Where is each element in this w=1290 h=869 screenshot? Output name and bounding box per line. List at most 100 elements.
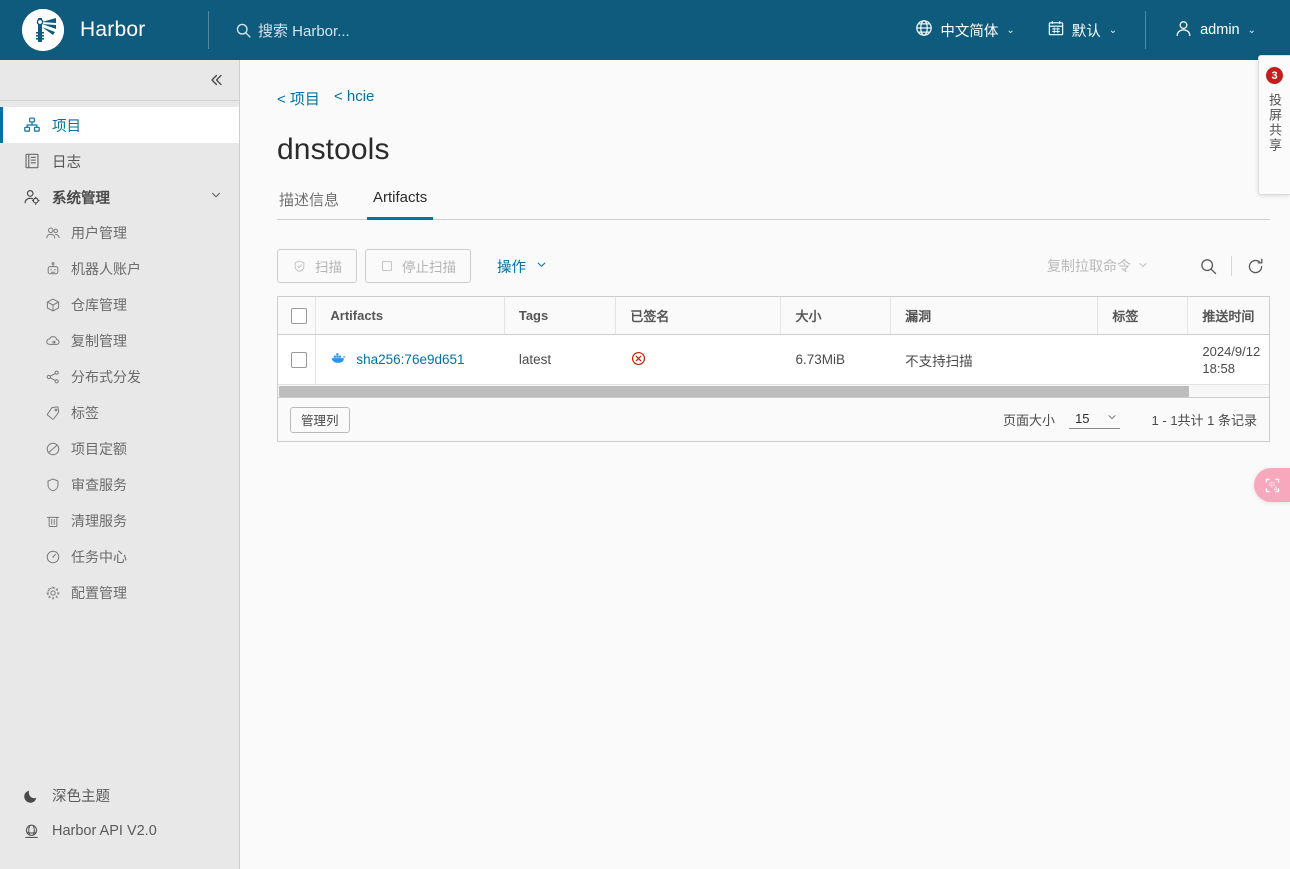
actions-dropdown-label: 操作 (497, 259, 526, 276)
label-tag-icon (44, 405, 61, 422)
trash-icon (44, 513, 61, 530)
page-size-select[interactable]: 15 (1069, 411, 1120, 429)
gear-icon (44, 585, 61, 602)
chevron-down-icon: ⌄ (1006, 24, 1015, 36)
manage-columns-button[interactable]: 管理列 (290, 406, 350, 433)
breadcrumb-link-hcie[interactable]: < hcie (334, 88, 374, 109)
tab-artifacts[interactable]: Artifacts (367, 189, 434, 220)
toolbar-divider (1231, 256, 1232, 276)
theme-preset-selector[interactable]: 默认 ⌄ (1031, 0, 1133, 60)
table-horizontal-scrollbar[interactable] (278, 384, 1269, 397)
cell-tags: latest (518, 352, 552, 367)
sidebar-item-label: 清理服务 (71, 513, 127, 529)
sidebar-nav: 项目 日志 系统管理 用户管理 机器人账户 仓库管理 复制管理 分布式分发 标签… (0, 101, 239, 777)
search-placeholder: 搜索 Harbor... (258, 22, 350, 40)
sidebar-item-replication[interactable]: 复制管理 (0, 323, 239, 359)
header-divider (208, 11, 209, 49)
push-time-value: 2024/9/12 18:58 (1202, 343, 1260, 377)
row-checkbox[interactable] (291, 351, 307, 368)
copy-pull-command-label: 复制拉取命令 (1047, 258, 1131, 274)
shield-check-icon (292, 259, 307, 274)
artifact-link[interactable]: sha256:76e9d651 (330, 351, 465, 368)
harbor-app: Harbor 搜索 Harbor... 中文简体 ⌄ 默认 ⌄ admin ⌄ … (0, 0, 1290, 869)
red-x-circle-icon (630, 350, 647, 370)
sidebar-item-interrogation-services[interactable]: 审查服务 (0, 467, 239, 503)
svg-text:A: A (1273, 486, 1277, 492)
copy-pull-command-dropdown[interactable]: 复制拉取命令 (1047, 256, 1149, 276)
sidebar-item-users[interactable]: 用户管理 (0, 215, 239, 251)
logs-icon (22, 152, 41, 171)
administration-icon (22, 188, 41, 207)
sidebar-group-administration[interactable]: 系统管理 (0, 179, 239, 215)
select-all-checkbox[interactable] (291, 307, 307, 324)
header-divider-2 (1145, 11, 1147, 49)
share-icon (44, 369, 61, 386)
table-row[interactable]: sha256:76e9d651 latest 6.73MiB 不支持扫描 202… (278, 335, 1269, 384)
account-menu[interactable]: admin ⌄ (1158, 0, 1272, 60)
sidebar-item-distribution[interactable]: 分布式分发 (0, 359, 239, 395)
registry-icon (44, 297, 61, 314)
sidebar-item-job-service-dashboard[interactable]: 任务中心 (0, 539, 239, 575)
sidebar-item-harbor-api[interactable]: Harbor API V2.0 (0, 813, 239, 849)
column-header-size[interactable]: 大小 (781, 297, 892, 334)
scan-button[interactable]: 扫描 (277, 249, 357, 283)
sidebar-item-project-quotas[interactable]: 项目定额 (0, 431, 239, 467)
sidebar: 项目 日志 系统管理 用户管理 机器人账户 仓库管理 复制管理 分布式分发 标签… (0, 60, 240, 869)
docker-whale-icon (330, 351, 347, 368)
page-size-label: 页面大小 (1003, 413, 1056, 428)
breadcrumb: < 项目 < hcie (240, 60, 1290, 109)
sidebar-item-projects[interactable]: 项目 (0, 107, 239, 143)
chevron-down-icon (1137, 258, 1149, 274)
refresh-icon[interactable] (1240, 251, 1270, 281)
column-header-vulnerabilities[interactable]: 漏洞 (891, 297, 1099, 334)
cell-labels (1098, 335, 1188, 384)
projects-icon (22, 116, 41, 135)
cast-share-panel[interactable]: 3 投屏共享 (1258, 55, 1290, 195)
chevron-down-icon: ⌄ (1108, 24, 1118, 36)
top-header: Harbor 搜索 Harbor... 中文简体 ⌄ 默认 ⌄ admin ⌄ (0, 0, 1290, 60)
sidebar-item-configuration[interactable]: 配置管理 (0, 575, 239, 611)
brand[interactable]: Harbor (0, 0, 208, 60)
shield-icon (44, 477, 61, 494)
api-icon (22, 822, 41, 841)
translate-button[interactable]: 中 A (1254, 468, 1290, 502)
search-icon[interactable] (1193, 251, 1223, 281)
chevron-down-icon (535, 258, 548, 275)
cell-vulnerability: 不支持扫描 (905, 353, 973, 369)
page-title: dnstools (277, 133, 390, 166)
column-header-push-time[interactable]: 推送时间 (1188, 297, 1269, 334)
sidebar-item-dark-theme[interactable]: 深色主题 (0, 777, 239, 813)
column-header-tags[interactable]: Tags (505, 297, 617, 334)
table-footer: 管理列 页面大小 15 1 - 1共计 1 条记录 (278, 397, 1269, 441)
tab-summary[interactable]: 描述信息 (277, 189, 341, 219)
column-header-signed[interactable]: 已签名 (616, 297, 782, 334)
cell-size: 6.73MiB (795, 352, 845, 367)
sidebar-item-labels[interactable]: 标签 (0, 395, 239, 431)
sidebar-item-registries[interactable]: 仓库管理 (0, 287, 239, 323)
sidebar-collapse-button[interactable] (0, 60, 239, 101)
scrollbar-thumb[interactable] (279, 386, 1189, 397)
users-icon (44, 225, 61, 242)
search-input[interactable]: 搜索 Harbor... (235, 20, 350, 41)
sidebar-item-garbage-collection[interactable]: 清理服务 (0, 503, 239, 539)
pagination: 页面大小 15 1 - 1共计 1 条记录 (1003, 410, 1257, 429)
breadcrumb-link-projects[interactable]: < 项目 (277, 88, 320, 109)
header-right-group: 中文简体 ⌄ 默认 ⌄ admin ⌄ (899, 0, 1290, 60)
brand-name: Harbor (80, 18, 146, 41)
column-header-artifacts[interactable]: Artifacts (316, 297, 505, 334)
sidebar-item-logs[interactable]: 日志 (0, 143, 239, 179)
stop-scan-button[interactable]: 停止扫描 (365, 249, 471, 283)
column-header-labels[interactable]: 标签 (1098, 297, 1189, 334)
sidebar-item-label: 配置管理 (71, 585, 127, 601)
language-selector[interactable]: 中文简体 ⌄ (899, 0, 1030, 60)
artifacts-table: Artifacts Tags 已签名 大小 漏洞 标签 推送时间 sha256:… (277, 296, 1270, 442)
search-icon (235, 22, 252, 39)
actions-dropdown[interactable]: 操作 (497, 256, 548, 277)
user-icon (1174, 19, 1193, 42)
chevron-down-icon (209, 188, 223, 206)
replication-icon (44, 333, 61, 350)
cast-share-panel-label: 投屏共享 (1267, 93, 1282, 153)
cell-artifact: sha256:76e9d651 (316, 335, 504, 384)
scan-button-label: 扫描 (315, 260, 342, 275)
sidebar-item-robot-accounts[interactable]: 机器人账户 (0, 251, 239, 287)
